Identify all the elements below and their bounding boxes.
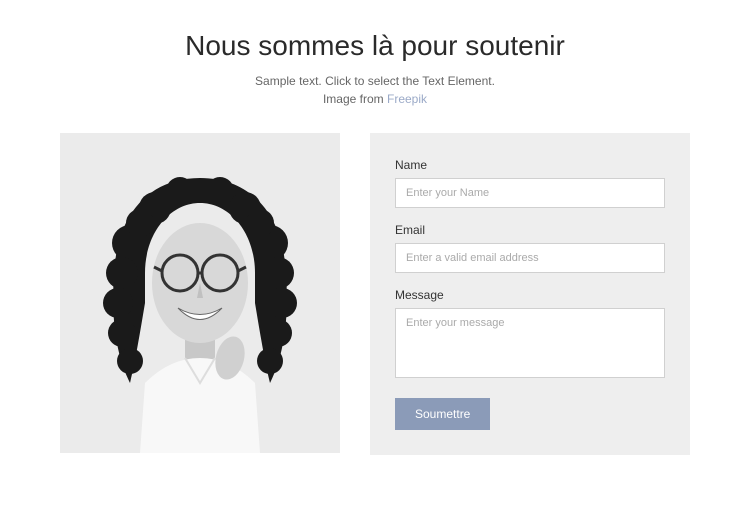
name-input[interactable]	[395, 178, 665, 208]
image-column	[60, 133, 340, 453]
subtitle-line1: Sample text. Click to select the Text El…	[255, 74, 495, 88]
message-field-group: Message	[395, 288, 665, 383]
page-title: Nous sommes là pour soutenir	[60, 30, 690, 62]
subtitle: Sample text. Click to select the Text El…	[60, 72, 690, 108]
submit-button[interactable]: Soumettre	[395, 398, 490, 430]
email-field-group: Email	[395, 223, 665, 273]
email-input[interactable]	[395, 243, 665, 273]
freepik-link[interactable]: Freepik	[387, 92, 427, 106]
content-row: Name Email Message Soumettre	[60, 133, 690, 455]
portrait-image	[60, 133, 340, 453]
subtitle-line2-prefix: Image from	[323, 92, 387, 106]
contact-form: Name Email Message Soumettre	[370, 133, 690, 455]
message-label: Message	[395, 288, 665, 302]
header-section: Nous sommes là pour soutenir Sample text…	[60, 30, 690, 108]
name-field-group: Name	[395, 158, 665, 208]
message-input[interactable]	[395, 308, 665, 378]
name-label: Name	[395, 158, 665, 172]
email-label: Email	[395, 223, 665, 237]
